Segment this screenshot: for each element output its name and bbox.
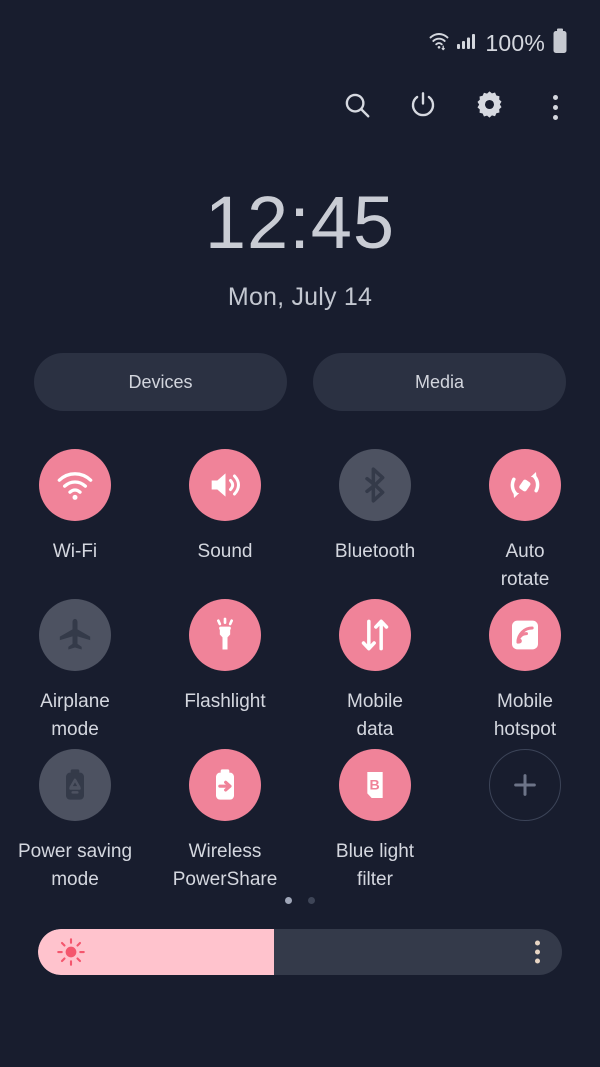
toggle-label: Flashlight <box>184 691 266 712</box>
toggle-label: Mobile data <box>347 691 403 740</box>
mobile-data-icon[interactable] <box>339 599 411 671</box>
wifi-icon[interactable] <box>39 449 111 521</box>
toggle-label: Sound <box>197 541 253 562</box>
clock-widget: 12:45 Mon, July 14 <box>0 186 600 312</box>
toggle-label: Wireless PowerShare <box>172 841 278 890</box>
toggle-tile-wireless-powershare[interactable]: Wireless PowerShare <box>150 749 300 899</box>
overflow-menu-icon <box>552 94 558 120</box>
brightness-slider[interactable] <box>38 929 562 975</box>
toggle-tile-mobile-data[interactable]: Mobile data <box>300 599 450 749</box>
status-bar-icons <box>426 29 476 58</box>
toggle-label: Mobile hotspot <box>493 691 557 740</box>
clock-time: 12:45 <box>204 181 396 264</box>
volume-icon[interactable] <box>189 449 261 521</box>
toggle-label: Bluetooth <box>334 541 416 562</box>
brightness-options-button[interactable] <box>535 940 540 964</box>
toggle-tile-bluetooth[interactable]: Bluetooth <box>300 449 450 599</box>
clock-date: Mon, July 14 <box>227 283 373 311</box>
add-icon[interactable] <box>489 749 561 821</box>
toggle-label: Airplane mode <box>40 691 110 740</box>
power-button[interactable] <box>406 90 440 124</box>
flashlight-icon[interactable] <box>189 599 261 671</box>
status-bar: 100% <box>0 0 600 86</box>
brightness-sun-icon <box>56 937 86 967</box>
shortcut-row: Devices Media <box>34 353 566 411</box>
quick-settings-toolbar <box>340 90 572 124</box>
toggle-label: Blue light filter <box>335 841 415 890</box>
power-saving-icon[interactable] <box>39 749 111 821</box>
gear-icon <box>474 89 505 125</box>
more-options-button[interactable] <box>538 90 572 124</box>
toggle-tile-mobile-hotspot[interactable]: Mobile hotspot <box>450 599 600 749</box>
toggle-label: Power saving mode <box>17 841 133 890</box>
toggle-label: Wi-Fi <box>52 541 98 562</box>
svg-text:B: B <box>370 777 380 793</box>
quick-settings-panel: 100% 12:45 Mon, July 14 Devices Media Wi… <box>0 0 600 1067</box>
wifi-icon <box>426 29 452 58</box>
toggle-tile-auto-rotate[interactable]: Auto rotate <box>450 449 600 599</box>
page-indicator[interactable] <box>0 897 600 904</box>
bluetooth-icon[interactable] <box>339 449 411 521</box>
cellular-signal-icon <box>456 31 476 56</box>
auto-rotate-icon[interactable] <box>489 449 561 521</box>
power-share-icon[interactable] <box>189 749 261 821</box>
battery-full-icon <box>552 28 568 59</box>
media-button[interactable]: Media <box>313 353 566 411</box>
toggle-tile-power-saving-mode[interactable]: Power saving mode <box>0 749 150 899</box>
hotspot-icon[interactable] <box>489 599 561 671</box>
blue-light-icon[interactable]: B <box>339 749 411 821</box>
toggle-tile-sound[interactable]: Sound <box>150 449 300 599</box>
toggle-tile-add[interactable] <box>450 749 600 899</box>
toggle-label: Auto rotate <box>500 541 550 590</box>
search-icon <box>342 90 372 125</box>
quick-toggle-grid: Wi-Fi Sound Bluetooth Auto rotate Airplane m… <box>0 449 600 899</box>
settings-button[interactable] <box>472 90 506 124</box>
airplane-icon[interactable] <box>39 599 111 671</box>
page-dot-2[interactable] <box>308 897 315 904</box>
search-button[interactable] <box>340 90 374 124</box>
toggle-tile-blue-light-filter[interactable]: B Blue light filter <box>300 749 450 899</box>
toggle-tile-airplane-mode[interactable]: Airplane mode <box>0 599 150 749</box>
devices-button[interactable]: Devices <box>34 353 287 411</box>
toggle-tile-wi-fi[interactable]: Wi-Fi <box>0 449 150 599</box>
battery-percentage: 100% <box>485 29 545 56</box>
toggle-tile-flashlight[interactable]: Flashlight <box>150 599 300 749</box>
power-icon <box>408 90 438 125</box>
page-dot-1[interactable] <box>285 897 292 904</box>
